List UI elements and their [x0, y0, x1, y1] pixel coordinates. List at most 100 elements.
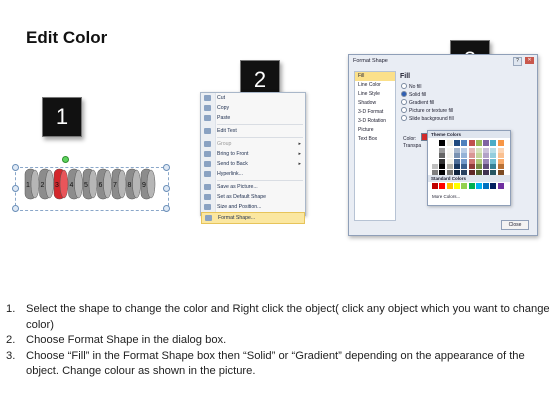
color-swatch[interactable] [446, 158, 453, 164]
color-swatch[interactable] [439, 140, 446, 146]
standard-color-swatch[interactable] [475, 183, 482, 189]
menu-item-size-position[interactable]: Size and Position... [201, 202, 305, 212]
color-swatch[interactable] [483, 153, 490, 159]
standard-color-swatch[interactable] [490, 183, 497, 189]
nav-item-text-box[interactable]: Text Box [355, 135, 395, 144]
color-swatch[interactable] [497, 147, 504, 153]
nav-item-line-style[interactable]: Line Style [355, 90, 395, 99]
color-swatch[interactable] [468, 164, 475, 170]
close-button[interactable]: Close [501, 220, 529, 230]
menu-item-edit-text[interactable]: Edit Text [201, 126, 305, 136]
menu-item-bring-to-front[interactable]: Bring to Front ▸ [201, 149, 305, 159]
help-icon[interactable]: ? [513, 57, 522, 66]
resize-handle[interactable] [12, 185, 19, 192]
color-swatch[interactable] [490, 140, 497, 146]
color-swatch[interactable] [439, 153, 446, 159]
standard-color-swatch[interactable] [461, 183, 468, 189]
color-swatch[interactable] [490, 153, 497, 159]
color-swatch[interactable] [497, 140, 504, 146]
color-swatch[interactable] [446, 140, 453, 146]
color-swatch[interactable] [475, 147, 482, 153]
color-swatch[interactable] [461, 140, 468, 146]
color-swatch[interactable] [468, 140, 475, 146]
menu-item-set-default-shape[interactable]: Set as Default Shape [201, 192, 305, 202]
color-swatch[interactable] [453, 153, 460, 159]
color-swatch[interactable] [446, 153, 453, 159]
standard-color-swatch[interactable] [432, 183, 438, 189]
color-swatch[interactable] [468, 147, 475, 153]
color-swatch[interactable] [432, 164, 438, 170]
nav-item-fill[interactable]: Fill [355, 72, 395, 81]
nav-item-3d-rotation[interactable]: 3-D Rotation [355, 117, 395, 126]
coin[interactable]: 8 [126, 168, 141, 200]
coin[interactable]: 3 [53, 168, 69, 200]
color-swatch[interactable] [468, 153, 475, 159]
color-swatch[interactable] [483, 147, 490, 153]
more-colors-link[interactable]: More Colors... [432, 194, 460, 199]
standard-color-swatch[interactable] [439, 183, 446, 189]
color-swatch[interactable] [490, 147, 497, 153]
coin[interactable]: 7 [111, 168, 127, 200]
menu-item-group[interactable]: Group ▸ [201, 139, 305, 149]
color-swatch[interactable] [453, 164, 460, 170]
menu-item-cut[interactable]: Cut [201, 93, 305, 103]
radio-gradient-fill[interactable]: Gradient fill [398, 99, 530, 107]
color-swatch[interactable] [453, 158, 460, 164]
nav-item-picture[interactable]: Picture [355, 126, 395, 135]
color-swatch[interactable] [432, 147, 438, 153]
color-swatch[interactable] [497, 158, 504, 164]
standard-color-swatch[interactable] [497, 183, 504, 189]
menu-item-send-to-back[interactable]: Send to Back ▸ [201, 159, 305, 169]
color-swatch[interactable] [439, 147, 446, 153]
coin[interactable]: 4 [68, 168, 83, 200]
coin[interactable]: 1 [24, 168, 40, 200]
color-swatch[interactable] [453, 140, 460, 146]
radio-no-fill[interactable]: No fill [398, 83, 530, 91]
coin[interactable]: 2 [39, 168, 54, 200]
coin[interactable]: 6 [97, 168, 112, 200]
color-swatch[interactable] [461, 147, 468, 153]
radio-slide-background-fill[interactable]: Slide background fill [398, 115, 530, 123]
menu-item-hyperlink[interactable]: Hyperlink... [201, 169, 305, 179]
color-swatch[interactable] [439, 158, 446, 164]
nav-item-3d-format[interactable]: 3-D Format [355, 108, 395, 117]
color-swatch[interactable] [497, 153, 504, 159]
color-swatch[interactable] [432, 140, 438, 146]
coin-row[interactable]: 1 2 3 4 5 6 7 8 9 [20, 158, 170, 212]
nav-item-shadow[interactable]: Shadow [355, 99, 395, 108]
color-swatch[interactable] [490, 164, 497, 170]
color-swatch[interactable] [483, 140, 490, 146]
color-swatch[interactable] [446, 147, 453, 153]
color-swatch[interactable] [461, 164, 468, 170]
color-swatch[interactable] [461, 158, 468, 164]
resize-handle[interactable] [12, 164, 19, 171]
radio-picture-fill[interactable]: Picture or texture fill [398, 107, 530, 115]
standard-color-swatch[interactable] [483, 183, 490, 189]
color-swatch[interactable] [475, 164, 482, 170]
color-swatch[interactable] [453, 147, 460, 153]
close-icon[interactable]: ✕ [525, 57, 534, 64]
menu-item-paste[interactable]: Paste [201, 113, 305, 123]
menu-item-copy[interactable]: Copy [201, 103, 305, 113]
color-swatch[interactable] [483, 164, 490, 170]
color-swatch[interactable] [446, 164, 453, 170]
color-swatch[interactable] [497, 164, 504, 170]
color-swatch[interactable] [439, 164, 446, 170]
color-swatch[interactable] [483, 158, 490, 164]
coin[interactable]: 9 [140, 168, 156, 200]
color-swatch[interactable] [475, 158, 482, 164]
color-swatch[interactable] [490, 158, 497, 164]
color-swatch[interactable] [475, 153, 482, 159]
color-swatch[interactable] [468, 158, 475, 164]
standard-color-swatch[interactable] [453, 183, 460, 189]
nav-item-line-color[interactable]: Line Color [355, 81, 395, 90]
radio-solid-fill[interactable]: Solid fill [398, 91, 530, 99]
color-swatch[interactable] [461, 153, 468, 159]
color-swatch[interactable] [432, 153, 438, 159]
color-swatch[interactable] [475, 140, 482, 146]
standard-color-swatch[interactable] [446, 183, 453, 189]
standard-color-swatch[interactable] [468, 183, 475, 189]
color-swatch[interactable] [432, 158, 438, 164]
menu-item-save-as-picture[interactable]: Save as Picture... [201, 182, 305, 192]
resize-handle[interactable] [12, 205, 19, 212]
